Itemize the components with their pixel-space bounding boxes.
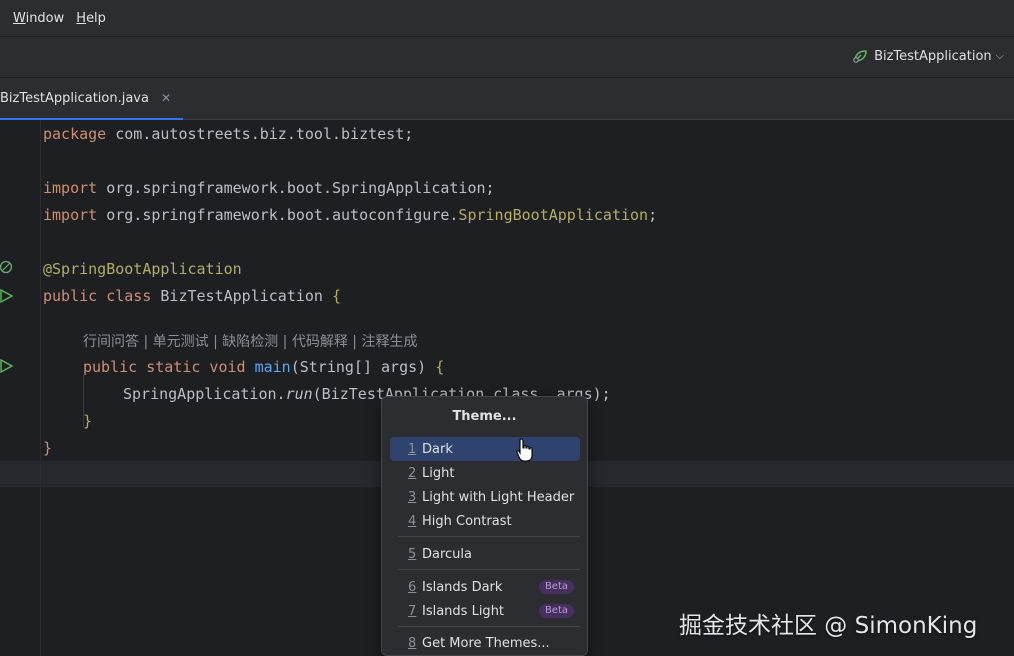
function-main: main [245,358,291,376]
import-class: SpringBootApplication [458,206,649,224]
keyword-class: class [97,287,152,305]
code-line-class-decl: public class BizTestApplication { [43,283,341,310]
item-label: Light with Light Header [422,489,575,505]
item-label: High Contrast [422,513,512,529]
item-number: 8 [408,635,417,651]
close-brace: } [83,412,93,430]
keyword-public: public [83,358,138,376]
code-line-package: package com.autostreets.biz.tool.biztest… [43,121,413,148]
item-number: 7 [408,603,417,619]
code-line-import-1: import org.springframework.boot.SpringAp… [43,175,495,202]
item-number: 2 [408,465,417,481]
menu-help[interactable]: Help [76,11,106,26]
watermark-text: 掘金技术社区 @ SimonKing [679,613,978,639]
popup-separator [398,626,580,627]
code-line-close-method: } [83,408,92,435]
item-number: 4 [408,513,417,529]
theme-item-islands-light[interactable]: 7 Islands Light Beta [390,599,580,623]
code-line-annotation: @SpringBootApplication [43,256,242,283]
popup-title: Theme... [452,409,517,424]
menu-help-mnemonic: H [76,10,87,26]
ai-inlay-hint[interactable]: 行间问答 | 单元测试 | 缺陷检测 | 代码解释 | 注释生成 [83,331,417,351]
theme-item-islands-dark[interactable]: 6 Islands Dark Beta [390,575,580,599]
code-line-import-2: import org.springframework.boot.autoconf… [43,202,657,229]
tab-label: BizTestApplication.java [0,90,149,106]
import-path: org.springframework.boot.SpringApplicati… [97,179,495,197]
run-class-gutter-icon[interactable] [0,288,14,304]
popup-separator [398,569,580,570]
beta-badge: Beta [538,604,574,618]
item-label: Dark [422,441,453,457]
run-receiver: SpringApplication. [123,385,286,403]
tab-biztestapplication[interactable]: BizTestApplication.java ✕ [0,78,184,120]
package-name: com.autostreets.biz.tool.biztest; [106,125,414,143]
chevron-down-icon: ⌵ [995,49,1004,62]
main-toolbar: BizTestApplication ⌵ [0,36,1014,78]
spring-bean-gutter-icon[interactable] [0,259,14,275]
item-label: Darcula [422,546,473,562]
open-brace: { [435,358,445,376]
annotation: @SpringBootApplication [43,260,242,278]
item-number: 6 [408,579,417,595]
menu-window-mnemonic: W [13,10,26,26]
class-name: BizTestApplication [151,287,332,305]
item-label: Light [422,465,455,481]
item-label: Islands Light [422,603,505,619]
menu-help-rest: elp [86,10,106,26]
editor-tab-bar: BizTestApplication.java ✕ [0,78,1014,120]
item-number: 1 [408,441,417,457]
item-label: Islands Dark [422,579,503,595]
close-brace: } [43,439,53,457]
hand-cursor-icon [516,438,533,462]
theme-item-light-with-light-header[interactable]: 3 Light with Light Header [390,485,580,509]
import-path: org.springframework.boot.autoconfigure. [97,206,459,224]
code-line-main-decl: public static void main(String[] args) { [83,354,444,381]
function-run: run [285,385,313,403]
keyword-void: void [200,358,246,376]
item-label: Get More Themes... [422,635,550,651]
close-icon[interactable]: ✕ [161,91,171,105]
theme-item-high-contrast[interactable]: 4 High Contrast [390,509,580,533]
main-params: (String[] args) [290,358,436,376]
keyword-package: package [43,125,107,143]
run-configuration-label: BizTestApplication [874,48,992,64]
keyword-import: import [43,206,98,224]
keyword-static: static [137,358,201,376]
popup-separator [398,536,580,537]
semicolon: ; [648,206,658,224]
theme-item-dark[interactable]: 1 Dark [390,437,580,461]
theme-item-get-more-themes[interactable]: 8 Get More Themes... [390,631,580,655]
code-line-close-class: } [43,435,52,462]
menu-window[interactable]: Window [13,11,64,26]
run-main-gutter-icon[interactable] [0,358,14,374]
item-number: 3 [408,489,417,505]
theme-item-light[interactable]: 2 Light [390,461,580,485]
gutter-divider [40,120,41,656]
open-brace: { [332,287,342,305]
keyword-public: public [43,287,98,305]
menu-bar: Window Help [0,0,1014,36]
theme-switcher-popup: Theme... 1 Dark 2 Light 3 Light with Light … [381,396,588,656]
keyword-import: import [43,179,98,197]
beta-badge: Beta [538,580,574,594]
spring-leaf-icon [853,50,867,63]
menu-window-rest: indow [25,10,65,26]
theme-item-darcula[interactable]: 5 Darcula [390,542,580,566]
run-configuration-selector[interactable]: BizTestApplication ⌵ [852,48,1004,64]
item-number: 5 [408,546,417,562]
